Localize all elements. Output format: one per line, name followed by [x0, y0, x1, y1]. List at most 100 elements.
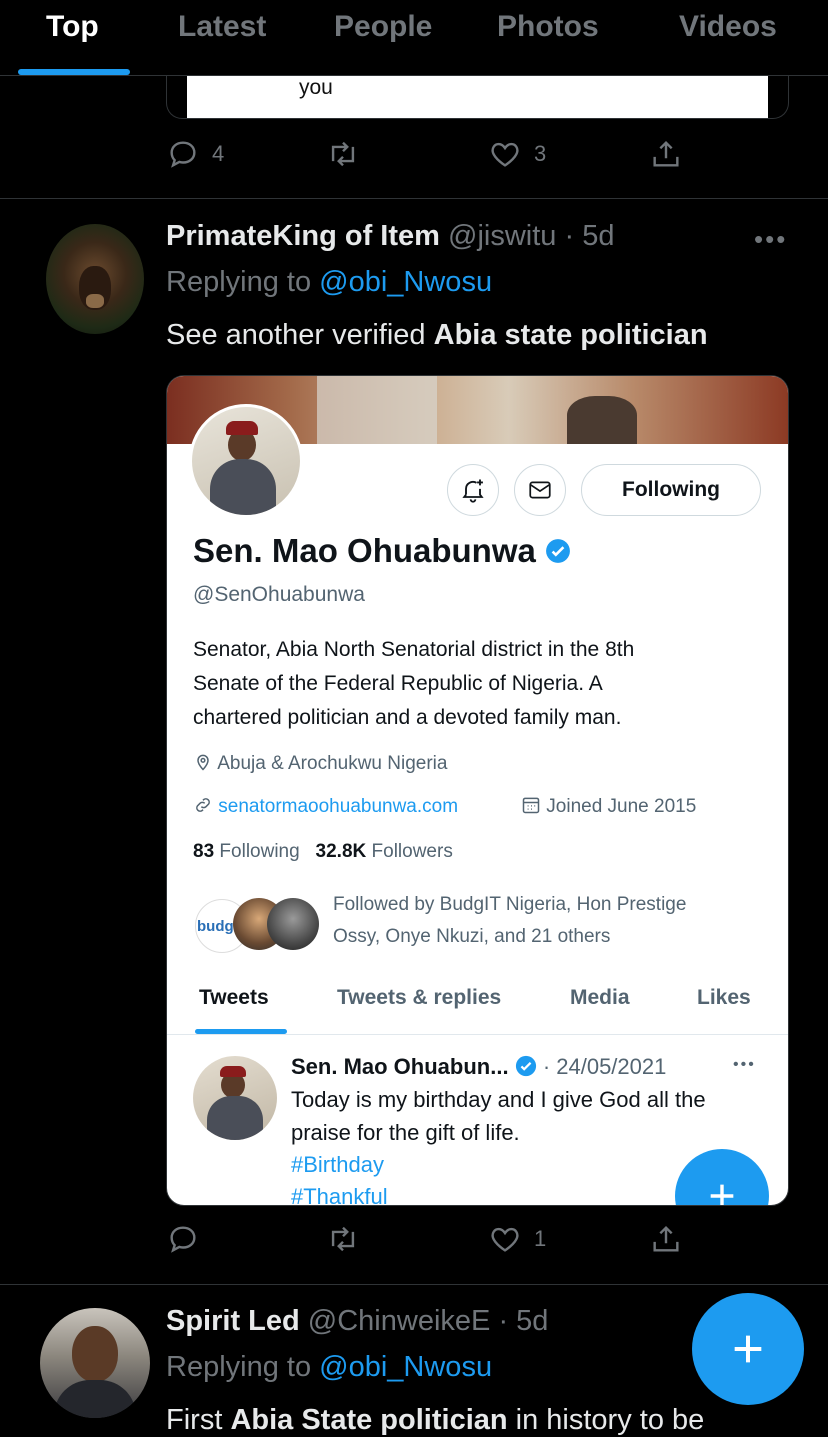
divider [0, 198, 828, 199]
profile-website: senatormaoohuabunwa.com [193, 795, 458, 818]
reply-icon [170, 141, 196, 168]
tweet-time[interactable]: 5d [516, 1305, 548, 1337]
tweet-text-plain: First [166, 1404, 223, 1436]
bell-plus-icon [462, 479, 484, 503]
author-name[interactable]: Spirit Led [166, 1305, 300, 1337]
followers-count: 32.8K [315, 841, 367, 862]
replying-to: Replying to @obi_Nwosu [166, 1351, 492, 1384]
tab-videos[interactable]: Videos [679, 10, 777, 44]
share-button[interactable] [649, 137, 683, 171]
profile-tab-media: Media [570, 986, 630, 1009]
author-name[interactable]: PrimateKing of Item [166, 220, 440, 252]
profile-bio-line3: chartered politician and a devoted famil… [193, 706, 622, 729]
separator-dot: · [498, 1305, 509, 1337]
tweet-actions: 4 3 [166, 137, 726, 173]
replying-prefix: Replying to [166, 1351, 312, 1383]
profile-joined: Joined June 2015 [521, 795, 696, 818]
like-count: 1 [534, 1226, 547, 1251]
avatar[interactable] [46, 224, 144, 334]
reply-count: 4 [212, 141, 225, 166]
like-count: 3 [534, 141, 547, 166]
calendar-icon [522, 797, 540, 814]
author-handle[interactable]: @ChinweikeE [308, 1305, 491, 1337]
avatar[interactable] [40, 1308, 150, 1418]
profile-bio-line1: Senator, Abia North Senatorial district … [193, 638, 635, 661]
author-handle[interactable]: @jiswitu [448, 220, 556, 252]
quoted-text: you [299, 76, 333, 99]
reply-button[interactable] [166, 1222, 212, 1256]
replying-to: Replying to @obi_Nwosu [166, 266, 492, 299]
following-text: Following [219, 841, 300, 862]
share-icon [653, 140, 679, 167]
tweet-text-plain: See another verified [166, 319, 426, 351]
more-options-icon[interactable]: ••• [754, 224, 787, 255]
replying-to-link[interactable]: @obi_Nwosu [319, 1351, 492, 1383]
retweet-icon [331, 141, 355, 167]
profile-bio-line2: Senate of the Federal Republic of Nigeri… [193, 672, 603, 695]
profile-tab-replies: Tweets & replies [337, 986, 502, 1009]
tab-people[interactable]: People [334, 10, 432, 44]
tab-photos[interactable]: Photos [497, 10, 599, 44]
tweet-header: PrimateKing of Item @jiswitu · 5d [166, 220, 614, 253]
replying-prefix: Replying to [166, 266, 312, 298]
followers-text: Followers [371, 841, 453, 862]
profile-handle: @SenOhuabunwa [193, 583, 365, 606]
plus-icon [734, 1335, 762, 1363]
quoted-tweet-fragment[interactable]: you [166, 76, 789, 119]
like-button[interactable]: 1 [488, 1222, 546, 1256]
plus-icon [710, 1184, 734, 1205]
tab-latest[interactable]: Latest [178, 10, 266, 44]
reply-button[interactable]: 4 [166, 137, 224, 171]
tweet-text: See another verified Abia state politici… [166, 319, 708, 352]
inner-tweet-line1: Today is my birthday and I give God all … [291, 1087, 706, 1112]
retweet-button[interactable] [326, 137, 372, 171]
tab-top[interactable]: Top [46, 10, 99, 44]
more-options-icon: ••• [733, 1056, 756, 1073]
search-tabs: Top Latest People Photos Videos [0, 0, 828, 76]
tweet-image[interactable]: Following Sen. Mao Ohuabunwa @SenOhuabun… [166, 375, 789, 1206]
profile-tab-tweets: Tweets [199, 986, 269, 1009]
followed-by-line1: Followed by BudgIT Nigeria, Hon Prestige [333, 894, 687, 915]
like-icon [491, 1227, 519, 1252]
mail-icon [529, 481, 551, 499]
profile-location: Abuja & Arochukwu Nigeria [193, 752, 447, 775]
profile-stats: 83 Following 32.8K Followers [193, 841, 453, 863]
active-tab-indicator [18, 69, 130, 75]
retweet-icon [331, 1226, 355, 1252]
tweet-actions: 1 [166, 1222, 726, 1258]
message-button[interactable] [514, 464, 566, 516]
follower-avatar [267, 898, 319, 950]
inner-tweet-header: Sen. Mao Ohuabun... · 24/05/2021 [291, 1054, 667, 1079]
notifications-button[interactable] [447, 464, 499, 516]
replying-to-link[interactable]: @obi_Nwosu [319, 266, 492, 298]
tweet-text: First Abia State politician in history t… [166, 1404, 704, 1437]
verified-icon [515, 1055, 536, 1077]
link-icon [196, 798, 210, 812]
followed-by-line2: Ossy, Onye Nkuzi, and 21 others [333, 926, 611, 947]
profile-tab-likes: Likes [697, 986, 751, 1009]
location-icon [197, 754, 209, 771]
verified-icon [546, 539, 570, 563]
tweet-text-plain: in history to be [515, 1404, 705, 1436]
tweet-text-bold: Abia state politician [433, 319, 708, 351]
tweet-header: Spirit Led @ChinweikeE · 5d [166, 1305, 548, 1338]
share-button[interactable] [649, 1222, 683, 1256]
following-button[interactable]: Following [581, 464, 761, 516]
share-icon [653, 1225, 679, 1252]
inner-tweet-hashtag: #Birthday [291, 1152, 384, 1177]
divider [0, 1284, 828, 1285]
profile-name: Sen. Mao Ohuabunwa [193, 532, 571, 570]
tweet-text-bold: Abia State politician [230, 1404, 508, 1436]
retweet-button[interactable] [326, 1222, 372, 1256]
like-icon [491, 142, 519, 167]
divider [167, 1034, 788, 1035]
profile-avatar [189, 404, 303, 518]
following-count: 83 [193, 841, 215, 862]
inner-tweet-line2: praise for the gift of life. [291, 1120, 520, 1145]
separator-dot: · [564, 220, 575, 252]
inner-tweet-hashtag: #Thankful [291, 1184, 388, 1206]
reply-icon [170, 1226, 196, 1253]
tweet-time[interactable]: 5d [582, 220, 614, 252]
compose-button[interactable] [692, 1293, 804, 1405]
like-button[interactable]: 3 [488, 137, 546, 171]
